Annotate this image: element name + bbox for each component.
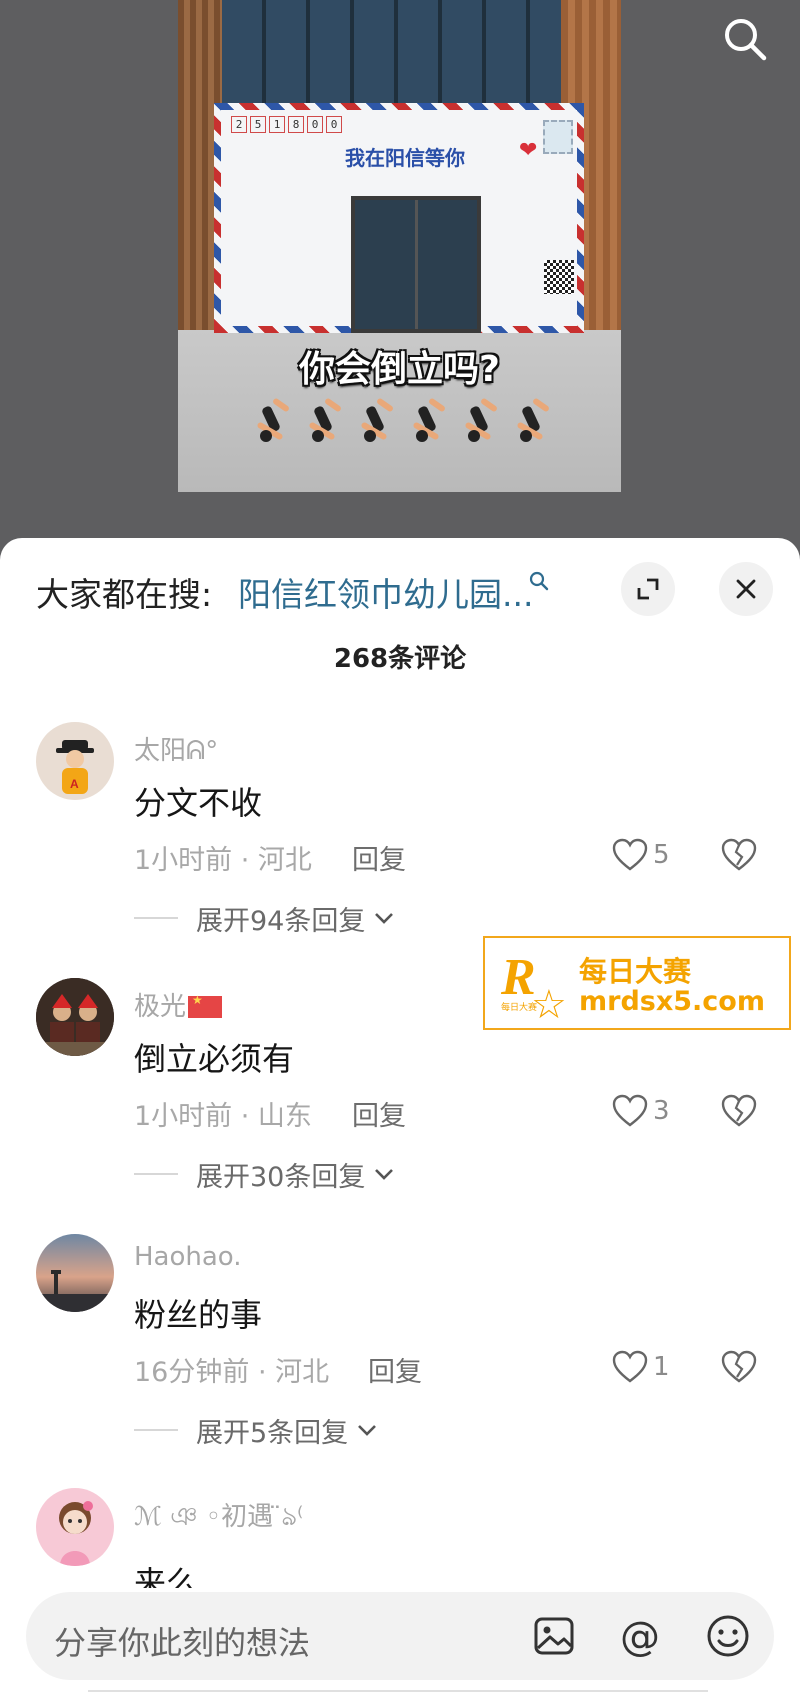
building-windows — [222, 0, 561, 110]
keyboard-strip — [88, 1690, 708, 1700]
comment-text: 分文不收 — [134, 784, 263, 822]
postcode-digit: 5 — [250, 116, 266, 133]
qr-code-icon — [544, 260, 574, 294]
expand-replies-button[interactable]: 展开94条回复 — [134, 900, 395, 937]
like-count: 5 — [653, 840, 670, 870]
avatar[interactable]: A — [36, 722, 114, 800]
reply-button[interactable]: 回复 — [352, 838, 406, 877]
postcode-digit: 2 — [231, 116, 247, 133]
username[interactable]: 极光 — [134, 986, 223, 1023]
postcode-digit: 0 — [307, 116, 323, 133]
image-icon[interactable] — [528, 1610, 580, 1662]
chevron-down-icon — [375, 1169, 394, 1180]
avatar[interactable] — [36, 1488, 114, 1566]
expand-replies-label: 展开94条回复 — [196, 905, 366, 937]
video-caption: 你会倒立吗? — [299, 349, 500, 390]
postcode-digit: 8 — [288, 116, 304, 133]
like-heart-icon[interactable] — [612, 1094, 648, 1128]
expand-replies-label: 展开30条回复 — [196, 1161, 366, 1193]
expand-replies-button[interactable]: 展开5条回复 — [134, 1412, 378, 1449]
video-player[interactable]: 2 5 1 8 0 0 我在阳信等你 ❤ 你会倒立吗? — [0, 0, 800, 540]
avatar[interactable] — [36, 1234, 114, 1312]
trending-search-prefix: 大家都在搜: — [36, 575, 213, 614]
handstand-icon — [408, 397, 447, 446]
watermark-url: mrdsx5.com — [579, 986, 765, 1017]
handstand-emoji-row — [252, 397, 551, 446]
divider-line — [134, 917, 178, 919]
handstand-icon — [304, 397, 343, 446]
comment-text: 粉丝的事 — [134, 1296, 263, 1334]
like-heart-icon[interactable] — [612, 838, 648, 872]
glass-door — [351, 196, 481, 333]
heart-icon: ❤ — [519, 138, 538, 163]
like-heart-icon[interactable] — [612, 1350, 648, 1384]
expand-replies-button[interactable]: 展开30条回复 — [134, 1156, 395, 1193]
search-icon[interactable] — [720, 14, 770, 64]
comment-input-bar: 分享你此刻的想法 @ — [26, 1592, 774, 1680]
watermark-logo: R ☆ 每日大赛 每日大赛 mrdsx5.com — [483, 936, 791, 1030]
trending-search-link[interactable]: 阳信红领巾幼儿园... — [238, 568, 533, 616]
comment-item: ℳ ঞ ◦初遇 ̈ঌ⁽ 来么 — [0, 1488, 800, 1588]
postcode-digit: 1 — [269, 116, 285, 133]
dislike-broken-heart-icon[interactable] — [721, 838, 757, 872]
comment-input[interactable]: 分享你此刻的想法 — [54, 1618, 310, 1664]
watermark-small-text: 每日大赛 — [501, 1003, 538, 1013]
reply-button[interactable]: 回复 — [352, 1094, 406, 1133]
like-count: 3 — [653, 1096, 670, 1126]
comment-item: Haohao. 粉丝的事 16分钟前 · 河北 回复 1 展开5条回复 — [0, 1234, 800, 1484]
expand-replies-label: 展开5条回复 — [196, 1417, 349, 1449]
sheet-header: 大家都在搜: 阳信红领巾幼儿园... — [0, 538, 800, 638]
divider-line — [134, 1173, 178, 1175]
video-frame: 2 5 1 8 0 0 我在阳信等你 ❤ 你会倒立吗? — [178, 0, 621, 492]
reply-button[interactable]: 回复 — [368, 1350, 422, 1389]
expand-sheet-button[interactable] — [621, 562, 675, 616]
username-text: 极光 — [134, 992, 187, 1022]
search-icon[interactable] — [528, 570, 550, 592]
postcode-digit: 0 — [326, 116, 342, 133]
emoji-icon[interactable] — [702, 1610, 754, 1662]
username[interactable]: ℳ ঞ ◦初遇 ̈ঌ⁽ — [134, 1496, 303, 1540]
comment-count: 268条评论 — [333, 644, 467, 674]
comment-meta: 1小时前 · 山东 — [134, 1101, 312, 1132]
sign-title: 我在阳信等你 — [345, 146, 465, 170]
dislike-broken-heart-icon[interactable] — [721, 1350, 757, 1384]
comment-text: 来么 — [134, 1564, 199, 1588]
mention-at-icon[interactable]: @ — [616, 1610, 668, 1662]
close-button[interactable] — [719, 562, 773, 616]
watermark-name: 每日大赛 — [579, 955, 692, 988]
postcode-boxes: 2 5 1 8 0 0 — [231, 116, 342, 133]
stamp-icon — [543, 120, 573, 154]
envelope-sign: 2 5 1 8 0 0 我在阳信等你 ❤ — [214, 103, 584, 333]
chevron-down-icon — [375, 913, 394, 924]
like-count: 1 — [653, 1352, 670, 1382]
comment-meta: 1小时前 · 河北 — [134, 845, 312, 876]
chevron-down-icon — [358, 1425, 377, 1436]
comment-text: 倒立必须有 — [134, 1040, 295, 1078]
close-icon — [736, 579, 756, 599]
divider-line — [134, 1429, 178, 1431]
svg-text:@: @ — [620, 1614, 660, 1660]
svg-text:A: A — [70, 777, 79, 791]
handstand-icon — [356, 397, 395, 446]
avatar[interactable] — [36, 978, 114, 1056]
comment-item: A 太阳ᕱ° 分文不收 1小时前 · 河北 回复 5 展开94条回复 — [0, 722, 800, 972]
handstand-icon — [252, 397, 291, 446]
china-flag-icon — [188, 993, 223, 1018]
comment-meta: 16分钟前 · 河北 — [134, 1357, 330, 1388]
dislike-broken-heart-icon[interactable] — [721, 1094, 757, 1128]
username[interactable]: Haohao. — [134, 1242, 242, 1272]
handstand-icon — [460, 397, 499, 446]
handstand-icon — [512, 397, 551, 446]
username[interactable]: 太阳ᕱ° — [134, 730, 218, 767]
expand-icon — [637, 578, 659, 600]
